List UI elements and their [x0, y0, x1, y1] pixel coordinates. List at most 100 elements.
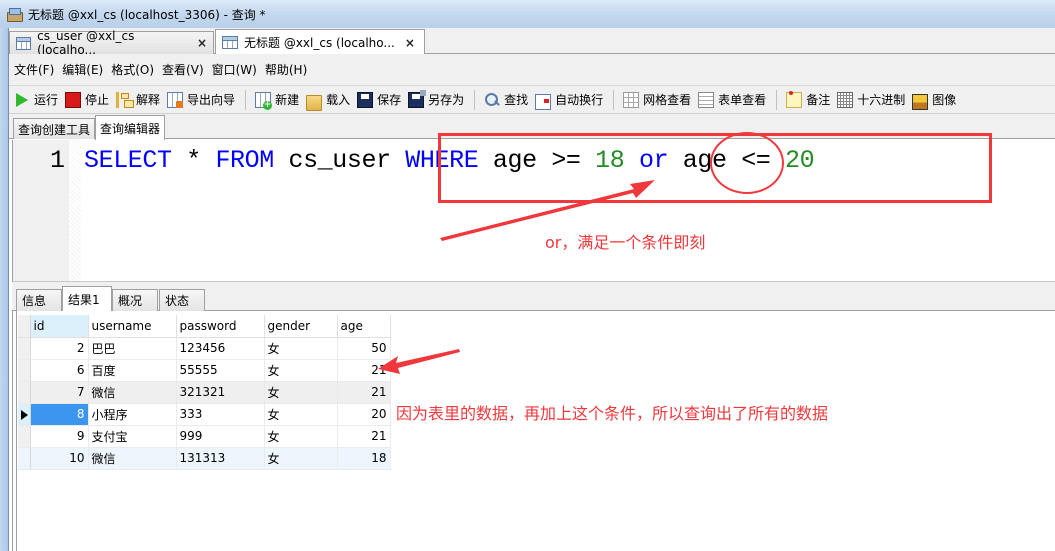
- explain-button[interactable]: 解释: [116, 91, 160, 108]
- cell-age[interactable]: 21: [337, 425, 391, 448]
- memo-button[interactable]: 备注: [786, 90, 831, 108]
- result-grid[interactable]: id username password gender age 2 巴巴 12345…: [18, 315, 391, 470]
- export-wizard-button[interactable]: 导出向导: [167, 91, 235, 108]
- row-indicator[interactable]: [18, 359, 31, 382]
- form-view-button[interactable]: 表单查看: [698, 91, 766, 108]
- column-header-age[interactable]: age: [337, 315, 391, 338]
- toolbar-separator: [245, 89, 247, 110]
- cell-password[interactable]: 55555: [176, 359, 265, 382]
- row-indicator[interactable]: [18, 337, 31, 360]
- grid-view-button[interactable]: 网格查看: [623, 91, 691, 108]
- cell-password[interactable]: 333: [176, 403, 265, 426]
- load-button[interactable]: 载入: [306, 91, 351, 111]
- table-row[interactable]: 6 百度 55555 女 21: [18, 359, 391, 382]
- find-button[interactable]: 查找: [484, 91, 528, 108]
- token-condition-2: age <=: [668, 146, 786, 175]
- cell-age[interactable]: 18: [337, 447, 391, 470]
- table-row[interactable]: 8 小程序 333 女 20: [18, 403, 391, 426]
- menu-edit[interactable]: 编辑(E): [62, 61, 103, 78]
- app-database-icon: [6, 7, 23, 22]
- doc-tab-label: 无标题 @xxl_cs (localho...: [244, 36, 395, 50]
- menu-file[interactable]: 文件(F): [14, 61, 54, 78]
- cell-id[interactable]: 7: [30, 381, 89, 404]
- close-icon[interactable]: ×: [405, 36, 415, 50]
- tab-query-builder[interactable]: 查询创建工具: [13, 118, 96, 139]
- doc-tab-untitled-query[interactable]: 无标题 @xxl_cs (localho... ×: [215, 29, 425, 55]
- column-header-id[interactable]: id: [30, 315, 89, 338]
- save-as-button[interactable]: 另存为: [408, 89, 464, 108]
- cell-password[interactable]: 131313: [176, 447, 265, 470]
- cell-username[interactable]: 小程序: [88, 403, 177, 426]
- explain-icon: [116, 91, 135, 108]
- sql-code-line[interactable]: SELECT * FROM cs_user WHERE age >= 18 or…: [84, 146, 815, 175]
- export-label: 导出向导: [187, 93, 236, 107]
- cell-gender[interactable]: 女: [264, 447, 338, 470]
- new-query-button[interactable]: 新建: [255, 91, 299, 110]
- word-wrap-button[interactable]: 自动换行: [535, 91, 603, 110]
- column-header-username[interactable]: username: [88, 315, 177, 338]
- menu-help[interactable]: 帮助(H): [265, 61, 307, 78]
- cell-id[interactable]: 2: [30, 337, 89, 360]
- cell-username[interactable]: 微信: [88, 381, 177, 404]
- memo-label: 备注: [806, 93, 831, 107]
- menu-window[interactable]: 窗口(W): [212, 61, 257, 78]
- window-title-bar: 无标题 @xxl_cs (localhost_3306) - 查询 *: [0, 0, 1055, 28]
- save-label: 保存: [377, 93, 402, 107]
- tab-result-1[interactable]: 结果1: [62, 286, 112, 312]
- table-row[interactable]: 10 微信 131313 女 18: [18, 447, 391, 470]
- row-indicator[interactable]: [18, 381, 31, 404]
- stop-button[interactable]: 停止: [65, 91, 109, 108]
- cell-id[interactable]: 9: [30, 425, 89, 448]
- image-button[interactable]: 图像: [912, 91, 956, 110]
- cell-gender[interactable]: 女: [264, 337, 338, 360]
- tab-profile[interactable]: 概况: [112, 289, 158, 311]
- keyword-select: SELECT: [84, 146, 172, 175]
- token-star: *: [171, 146, 216, 175]
- menu-view[interactable]: 查看(V): [162, 61, 204, 78]
- table-row[interactable]: 9 支付宝 999 女 21: [18, 425, 391, 448]
- column-header-gender[interactable]: gender: [264, 315, 338, 338]
- cell-age[interactable]: 20: [337, 403, 391, 426]
- row-indicator[interactable]: [18, 403, 31, 426]
- cell-age[interactable]: 21: [337, 359, 391, 382]
- window-left-frame: [0, 28, 9, 551]
- line-number: 1: [49, 146, 65, 175]
- cell-username[interactable]: 支付宝: [88, 425, 177, 448]
- table-row[interactable]: 7 微信 321321 女 21: [18, 381, 391, 404]
- cell-gender[interactable]: 女: [264, 403, 338, 426]
- column-header-password[interactable]: password: [176, 315, 265, 338]
- hex-button[interactable]: 十六进制: [837, 91, 905, 108]
- sql-editor[interactable]: 1 SELECT * FROM cs_user WHERE age >= 18 …: [12, 140, 1055, 282]
- save-button[interactable]: 保存: [357, 91, 401, 108]
- cell-gender[interactable]: 女: [264, 381, 338, 404]
- doc-tab-cs-user[interactable]: cs_user @xxl_cs (localho... ×: [9, 29, 214, 57]
- cell-id[interactable]: 6: [30, 359, 89, 382]
- table-row[interactable]: 2 巴巴 123456 女 50: [18, 337, 391, 360]
- tab-query-editor[interactable]: 查询编辑器: [95, 115, 166, 140]
- toolbar-separator: [474, 89, 476, 110]
- cell-gender[interactable]: 女: [264, 425, 338, 448]
- cell-id[interactable]: 10: [30, 447, 89, 470]
- token-condition-1: age >=: [478, 146, 596, 175]
- tab-status[interactable]: 状态: [159, 289, 205, 311]
- cell-username[interactable]: 巴巴: [88, 337, 177, 360]
- load-label: 载入: [326, 93, 351, 107]
- tab-info[interactable]: 信息: [16, 289, 62, 311]
- cell-username[interactable]: 微信: [88, 447, 177, 470]
- cell-id[interactable]: 8: [30, 403, 89, 426]
- word-wrap-icon: [535, 93, 552, 110]
- cell-password[interactable]: 123456: [176, 337, 265, 360]
- run-button[interactable]: 运行: [14, 91, 58, 108]
- cell-password[interactable]: 321321: [176, 381, 265, 404]
- row-indicator[interactable]: [18, 447, 31, 470]
- cell-age[interactable]: 21: [337, 381, 391, 404]
- doc-tab-label: cs_user @xxl_cs (localho...: [37, 29, 135, 57]
- export-wizard-icon: [167, 91, 184, 108]
- cell-age[interactable]: 50: [337, 337, 391, 360]
- menu-format[interactable]: 格式(O): [111, 61, 154, 78]
- cell-password[interactable]: 999: [176, 425, 265, 448]
- cell-username[interactable]: 百度: [88, 359, 177, 382]
- cell-gender[interactable]: 女: [264, 359, 338, 382]
- row-indicator[interactable]: [18, 425, 31, 448]
- close-icon[interactable]: ×: [197, 36, 207, 50]
